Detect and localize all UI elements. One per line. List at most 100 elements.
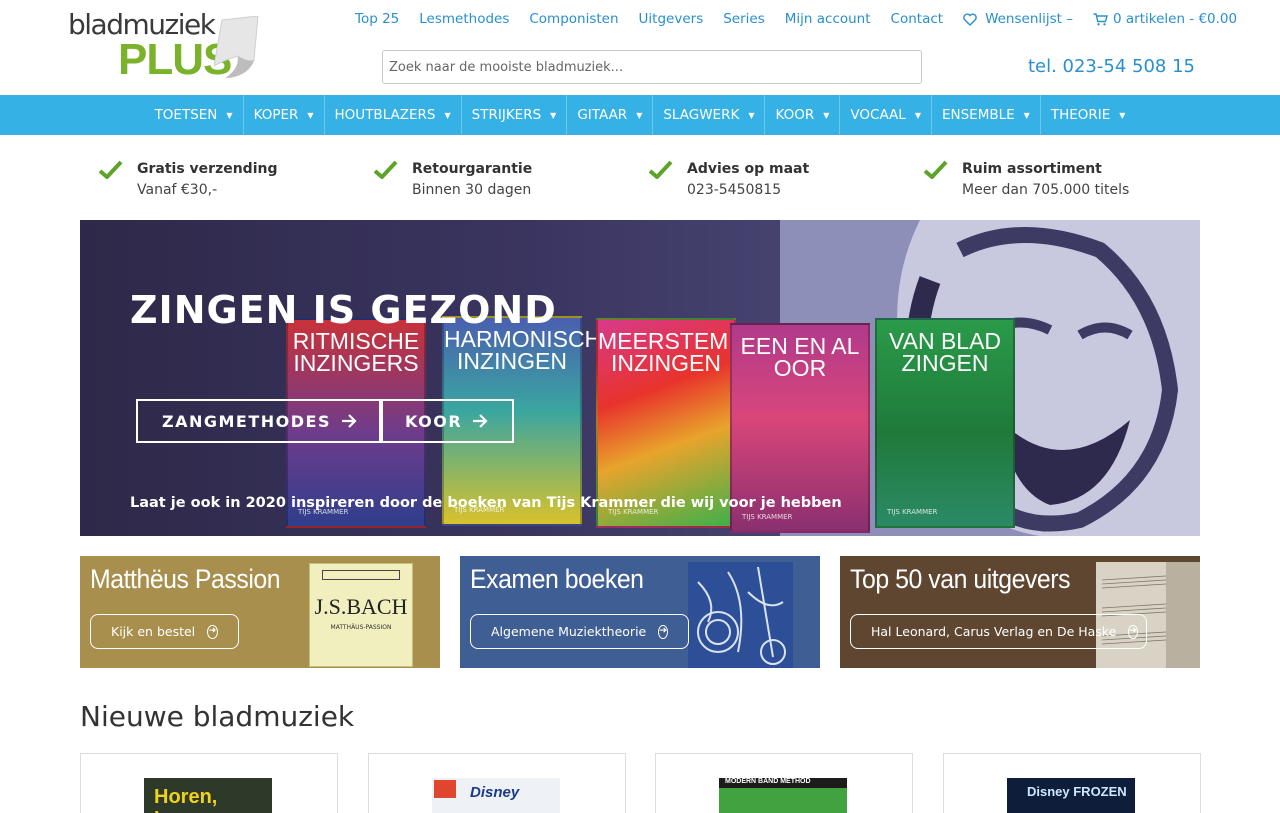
usp-title: Gratis verzending [137,161,278,177]
circle-arrow-right-icon: ➜ [1128,624,1138,639]
brass-instruments-illustration [688,562,793,668]
topnav-top25[interactable]: Top 25 [355,11,399,27]
usp-title: Retourgarantie [412,161,533,177]
search-input[interactable] [382,50,922,84]
cart-summary: 0 artikelen - €0.00 [1113,11,1238,27]
book-title: EEN EN AL OOR [740,333,860,381]
algemene-muziektheorie-button[interactable]: Algemene Muziektheorie ➜ [470,614,689,649]
checkmark-icon [373,160,398,179]
product-cover[interactable]: Disney [432,778,560,813]
category-gitaar[interactable]: GITAAR ▼ [567,95,654,135]
caret-down-icon: ▼ [748,110,755,120]
shopping-cart-icon [1093,12,1108,25]
button-label: Algemene Muziektheorie [491,624,647,639]
top-navigation: Top 25 Lesmethodes Componisten Uitgevers… [355,11,1237,27]
category-label: KOPER [253,107,299,123]
uitgevers-button[interactable]: Hal Leonard, Carus Verlag en De Haske ➜ [850,614,1147,649]
usp-subtitle: Vanaf €30,- [137,182,218,198]
book-title: HARMONISCH INZINGEN [444,326,602,374]
circle-arrow-right-icon: ➜ [207,624,218,639]
book-author: TIJS KRAMMER [742,513,793,521]
category-label: HOUTBLAZERS [334,107,436,123]
category-houtblazers[interactable]: HOUTBLAZERS ▼ [325,95,462,135]
checkmark-icon [648,160,673,179]
product-cover[interactable]: Disney FROZEN [1007,778,1135,813]
caret-down-icon: ▼ [550,110,557,120]
category-label: VOCAAL [850,107,906,123]
caret-down-icon: ▼ [226,110,233,120]
button-label: Hal Leonard, Carus Verlag en De Haske [871,624,1117,639]
category-menu: TOETSEN ▼ KOPER ▼ HOUTBLAZERS ▼ STRIJKERS ▼ … [0,95,1280,135]
cart-link[interactable]: 0 artikelen - €0.00 [1093,11,1237,27]
cover-title: MODERN BAND METHOD [725,778,811,785]
button-label: Kijk en bestel [111,624,196,639]
checkmark-icon [98,160,123,179]
category-koor[interactable]: KOOR ▼ [765,95,841,135]
topnav-componisten[interactable]: Componisten [529,11,618,27]
koor-button[interactable]: KOOR [379,399,515,443]
hero-title: ZINGEN IS GEZOND [130,288,557,332]
site-header: bladmuziek PLUS Top 25 Lesmethodes Compo… [0,0,1280,95]
caret-down-icon: ▼ [636,110,643,120]
product-cover[interactable]: MODERN BAND METHOD [719,778,847,813]
book-author: TIJS KRAMMER [887,508,938,516]
usp-strip: Gratis verzending Vanaf €30,- Retourgaran… [98,158,1198,200]
product-card[interactable]: Disney FROZEN [943,753,1201,813]
cover-composer: J.S.BACH [314,594,408,619]
caret-down-icon: ▼ [823,110,830,120]
kijk-en-bestel-button[interactable]: Kijk en bestel ➜ [90,614,239,649]
usp-item: Advies op maat 023-5450815 [648,158,923,200]
cover-badge [434,780,456,798]
cover-ornament [322,570,400,580]
category-label: SLAGWERK [663,107,740,123]
button-label: ZANGMETHODES [162,411,331,431]
category-koper[interactable]: KOPER ▼ [244,95,325,135]
heart-icon [963,12,977,26]
category-label: ENSEMBLE [941,107,1015,123]
cover-subtitle: MATTHÄUS-PASSION [330,624,392,631]
cover-title: Disney [470,784,520,801]
category-toetsen[interactable]: TOETSEN ▼ [145,95,244,135]
caret-down-icon: ▼ [444,110,451,120]
category-theorie[interactable]: THEORIE ▼ [1041,95,1136,135]
category-ensemble[interactable]: ENSEMBLE ▼ [932,95,1041,135]
product-card[interactable]: MODERN BAND METHOD [655,753,913,813]
product-cover[interactable]: Horen, lezen [144,778,272,813]
usp-title: Advies op maat [687,161,810,177]
promo-tile-top50[interactable]: Top 50 van uitgevers Hal Leonard, Carus … [840,556,1200,668]
site-logo[interactable]: bladmuziek PLUS [68,8,263,82]
wishlist-link[interactable]: Wensenlijst – [963,11,1073,27]
book-cover[interactable]: VAN BLAD ZINGEN TIJS KRAMMER [875,318,1015,528]
product-card[interactable]: Disney [368,753,626,813]
topnav-series[interactable]: Series [723,11,765,27]
category-vocaal[interactable]: VOCAAL ▼ [840,95,932,135]
circle-arrow-right-icon: ➜ [658,624,668,639]
book-title: RITMISCHE INZINGERS [292,328,420,376]
topnav-mijn-account[interactable]: Mijn account [785,11,871,27]
promo-tile-matthaus[interactable]: J.S.BACH MATTHÄUS-PASSION Matthëus Passi… [80,556,440,668]
promo-tile-examen[interactable]: Examen boeken Algemene Muziektheorie ➜ [460,556,820,668]
category-label: KOOR [775,107,815,123]
zangmethodes-button[interactable]: ZANGMETHODES [136,399,383,443]
phone-number[interactable]: tel. 023-54 508 15 [1028,56,1195,77]
book-title: VAN BLAD ZINGEN [888,328,1002,376]
tile-title: Matthëus Passion [90,564,281,594]
usp-item: Ruim assortiment Meer dan 705.000 titels [923,158,1198,200]
usp-subtitle: Binnen 30 dagen [412,182,532,198]
caret-down-icon: ▼ [1023,110,1030,120]
page-curl-icon [214,16,259,78]
topnav-contact[interactable]: Contact [891,11,944,27]
caret-down-icon: ▼ [307,110,314,120]
category-label: THEORIE [1050,107,1111,123]
hero-banner[interactable]: RITMISCHE INZINGERS TIJS KRAMMER HARMONI… [80,220,1200,536]
topnav-lesmethodes[interactable]: Lesmethodes [419,11,509,27]
product-card[interactable]: Horen, lezen [80,753,338,813]
category-label: STRIJKERS [471,107,542,123]
usp-item: Gratis verzending Vanaf €30,- [98,158,373,200]
category-slagwerk[interactable]: SLAGWERK ▼ [653,95,766,135]
topnav-uitgevers[interactable]: Uitgevers [639,11,704,27]
arrow-right-icon [473,414,488,428]
tile-title: Top 50 van uitgevers [850,564,1071,594]
bach-score-cover: J.S.BACH MATTHÄUS-PASSION [309,563,413,667]
category-strijkers[interactable]: STRIJKERS ▼ [462,95,568,135]
